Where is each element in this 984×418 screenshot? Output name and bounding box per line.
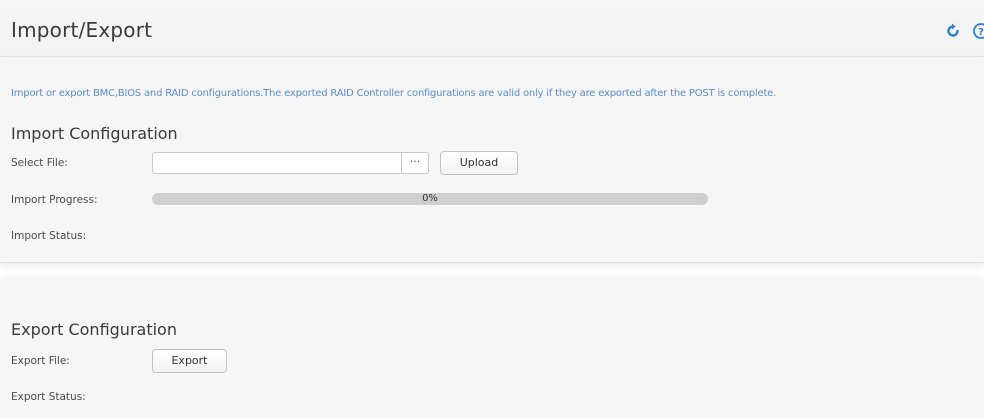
page-title: Import/Export [11, 18, 153, 42]
help-icon[interactable]: ? [972, 22, 984, 40]
page-header: Import/Export ? [0, 0, 984, 57]
export-status-label: Export Status: [11, 391, 86, 403]
import-progress-bar: 0% [152, 193, 708, 205]
import-status-label: Import Status: [11, 230, 87, 242]
export-section-title: Export Configuration [11, 320, 177, 339]
select-file-label: Select File: [11, 157, 68, 169]
browse-button[interactable]: ··· [401, 152, 429, 174]
export-panel [0, 280, 984, 418]
refresh-icon[interactable] [944, 22, 962, 40]
import-section-title: Import Configuration [11, 124, 178, 143]
import-progress-label: Import Progress: [11, 194, 98, 206]
description-text: Import or export BMC,BIOS and RAID confi… [11, 88, 777, 99]
export-file-label: Export File: [11, 355, 70, 367]
svg-text:?: ? [978, 27, 984, 38]
progress-percent: 0% [422, 193, 438, 204]
upload-button[interactable]: Upload [440, 151, 518, 175]
export-button[interactable]: Export [152, 349, 227, 373]
file-path-input[interactable] [152, 152, 402, 174]
